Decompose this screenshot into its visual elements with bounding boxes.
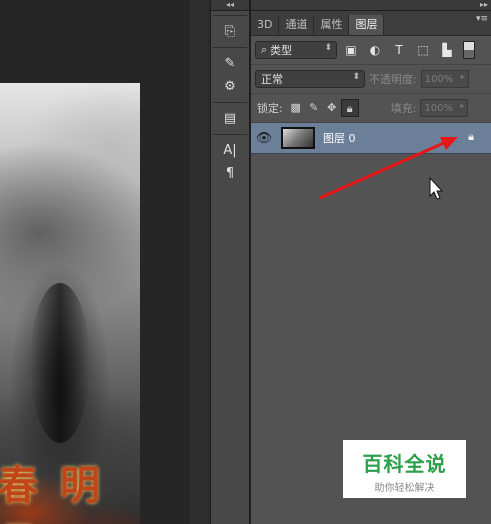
visibility-eye-icon[interactable]: 👁︎ — [251, 131, 277, 146]
fill-value: 100% — [424, 102, 454, 114]
tab-layers[interactable]: 图层 — [349, 15, 385, 35]
lock-label: 锁定: — [257, 102, 283, 115]
filter-type-select[interactable]: ⌕ 类型 ⬍ — [255, 41, 337, 59]
layer-name[interactable]: 图层 0 — [323, 130, 356, 146]
toolstrip-collapse-button[interactable]: ◂◂ — [211, 0, 249, 11]
layer-thumbnail[interactable] — [281, 127, 315, 149]
adjustment-filter-icon[interactable]: ◐ — [365, 41, 385, 59]
toolstrip-group-2: ✎ ⚙ — [213, 47, 247, 98]
character-icon[interactable]: A| — [215, 140, 245, 162]
clone-source-icon[interactable]: ▤ — [215, 108, 245, 130]
filter-type-label: 类型 — [270, 44, 293, 57]
document-canvas[interactable]: 春 明 月 — [0, 0, 208, 524]
opacity-label: 不透明度: — [369, 73, 417, 86]
layer-lock-icon[interactable]: 🔒︎ — [468, 130, 474, 144]
toolstrip-group-3: ▤ — [213, 102, 247, 130]
lock-transparent-icon[interactable]: ▩ — [287, 99, 305, 117]
panel-collapse-button[interactable]: ▸▸ — [251, 0, 491, 11]
search-icon: ⌕ — [261, 43, 268, 56]
brush-presets-icon[interactable]: ✎ — [215, 53, 245, 75]
watermark-title: 百科全说 — [362, 452, 447, 476]
panel-tabs: 3D 通道 属性 图层 ▾≡ — [251, 11, 491, 36]
blend-mode-select[interactable]: 正常 ⬍ — [255, 70, 365, 88]
blend-mode-value: 正常 — [261, 73, 283, 86]
toolstrip-group-4: A| ¶ — [213, 134, 247, 185]
filter-toggle-switch[interactable] — [463, 41, 475, 59]
fill-input[interactable]: 100% ▸ — [420, 99, 469, 117]
canvas-scroll-strip — [190, 0, 208, 524]
pixel-filter-icon[interactable]: ▣ — [341, 41, 361, 59]
filter-row: ⌕ 类型 ⬍ ▣ ◐ T ⬚ ▙ — [251, 36, 491, 65]
panel-menu-icon[interactable]: ▾≡ — [476, 14, 488, 24]
fill-label: 填充: — [390, 102, 417, 115]
document-image: 春 明 月 — [0, 83, 140, 524]
tab-channels[interactable]: 通道 — [279, 15, 315, 35]
ink-tree-shape — [30, 283, 90, 443]
calligraphy-text: 春 明 月 — [0, 462, 104, 524]
lock-position-move-icon[interactable]: ✥ — [323, 99, 341, 117]
dropdown-arrow-icon: ▸ — [460, 72, 465, 81]
select-arrows-icon: ⬍ — [324, 43, 332, 53]
opacity-input[interactable]: 100% ▸ — [420, 70, 469, 88]
watermark-subtitle: 助你轻松解决 — [374, 483, 435, 494]
select-arrows-icon: ⬍ — [352, 72, 360, 82]
opacity-value: 100% — [424, 73, 454, 85]
lock-row: 锁定: ▩ ✎ ✥ 🔒︎ 填充: 100% ▸ — [251, 94, 491, 123]
toolstrip-group-1: ⎘ — [213, 15, 247, 43]
shape-filter-icon[interactable]: ⬚ — [413, 41, 433, 59]
layer-row[interactable]: 👁︎ 图层 0 🔒︎ — [251, 123, 491, 154]
history-icon[interactable]: ⎘ — [215, 21, 245, 43]
blend-row: 正常 ⬍ 不透明度: 100% ▸ — [251, 65, 491, 94]
lock-image-brush-icon[interactable]: ✎ — [305, 99, 323, 117]
watermark-logo: 百科全说 助你轻松解决 — [343, 440, 466, 498]
panel-tool-strip: ◂◂ ⎘ ✎ ⚙ ▤ A| ¶ — [210, 0, 250, 524]
type-filter-icon[interactable]: T — [389, 41, 409, 59]
lock-all-icon[interactable]: 🔒︎ — [340, 99, 359, 117]
tab-3d[interactable]: 3D — [251, 15, 280, 35]
tool-presets-icon[interactable]: ⚙ — [215, 76, 245, 98]
smart-object-filter-icon[interactable]: ▙ — [437, 41, 457, 59]
paragraph-icon[interactable]: ¶ — [215, 163, 245, 185]
dropdown-arrow-icon: ▸ — [460, 101, 465, 110]
tab-properties[interactable]: 属性 — [314, 15, 350, 35]
